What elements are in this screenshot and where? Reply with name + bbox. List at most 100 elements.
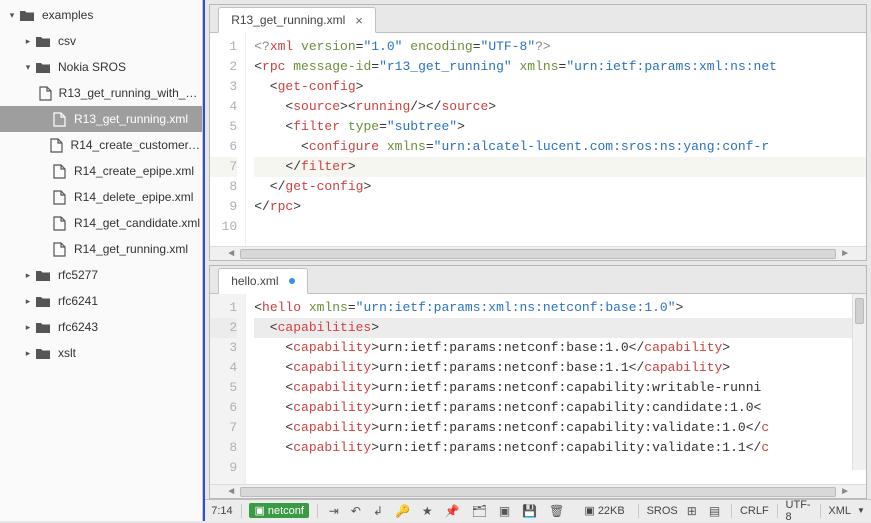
tool-delete-icon[interactable]: 🗑: [546, 504, 567, 518]
separator: [777, 504, 778, 518]
tab-top[interactable]: R13_get_running.xml ×: [218, 7, 376, 33]
separator: [731, 504, 732, 518]
chevron-right-icon[interactable]: ▸: [22, 348, 34, 359]
separator: [241, 504, 242, 518]
statusbar: 7:14 ▣ netconf ⇥ ↶ ↲ 🔑 ★ 📌 🗂 ▣ 💾 🗑 ▣ 22K…: [205, 499, 871, 521]
scroll-left-icon[interactable]: ◄: [222, 248, 240, 259]
tab-title: hello.xml: [231, 274, 278, 288]
editor-area: R13_get_running.xml × 12345678910 <?xml …: [203, 0, 871, 521]
gutter: 12345678910: [210, 33, 246, 246]
modified-icon: [289, 278, 295, 284]
tool-undo-icon[interactable]: ↶: [348, 504, 364, 518]
tree-item[interactable]: R13_get_running_with_defaults.xml: [0, 80, 202, 106]
editor-pane-top: R13_get_running.xml × 12345678910 <?xml …: [209, 4, 867, 261]
tree-label: examples: [42, 8, 93, 22]
tree-item[interactable]: R14_create_customer.xml: [0, 132, 202, 158]
tree-item[interactable]: R14_get_candidate.xml: [0, 210, 202, 236]
status-host[interactable]: SROS: [647, 505, 678, 517]
file-icon: [50, 190, 68, 204]
tree-item[interactable]: ▸ rfc6243: [0, 314, 202, 340]
tool-pin-icon[interactable]: 📌: [442, 504, 463, 518]
chevron-right-icon[interactable]: ▸: [22, 270, 34, 281]
cursor-position[interactable]: 7:14: [211, 505, 232, 517]
tree-label: R14_create_epipe.xml: [74, 164, 194, 178]
columns-icon[interactable]: ⊞: [684, 504, 700, 518]
folder-icon: [34, 268, 52, 282]
terminal-icon: ▣: [584, 504, 594, 517]
chevron-right-icon[interactable]: ▸: [22, 296, 34, 307]
folder-icon: [34, 34, 52, 48]
tree-label: xslt: [58, 346, 76, 360]
status-size[interactable]: ▣ 22KB: [579, 503, 629, 518]
tree-item[interactable]: ▸ csv: [0, 28, 202, 54]
editor-top[interactable]: 12345678910 <?xml version="1.0" encoding…: [210, 33, 866, 246]
tool-filetree-icon[interactable]: 🗂: [469, 504, 490, 518]
file-icon: [50, 164, 68, 178]
hscrollbar[interactable]: ◄ ►: [210, 484, 866, 498]
scroll-thumb[interactable]: [855, 298, 864, 324]
code[interactable]: <?xml version="1.0" encoding="UTF-8"?><r…: [246, 33, 866, 246]
file-icon: [50, 242, 68, 256]
tool-key-icon[interactable]: 🔑: [392, 504, 413, 518]
tree-item[interactable]: R14_create_epipe.xml: [0, 158, 202, 184]
tree-item[interactable]: ▾ Nokia SROS: [0, 54, 202, 80]
tab-title: R13_get_running.xml: [231, 13, 345, 27]
folder-icon: [18, 8, 36, 22]
folder-icon: [34, 346, 52, 360]
tabbar-bottom: hello.xml: [210, 266, 866, 294]
tabbar-top: R13_get_running.xml ×: [210, 5, 866, 33]
tree-label: rfc5277: [58, 268, 98, 282]
file-icon: [48, 138, 65, 152]
tree-label: R14_delete_epipe.xml: [74, 190, 193, 204]
scroll-thumb[interactable]: [240, 487, 836, 497]
tab-bottom[interactable]: hello.xml: [218, 268, 307, 294]
layout-icon[interactable]: ▤: [706, 504, 723, 518]
file-tree[interactable]: ▾ examples ▸ csv ▾ Nokia SROS R13_get_ru…: [0, 0, 203, 521]
status-eol[interactable]: CRLF: [740, 505, 769, 517]
tree-label: Nokia SROS: [58, 60, 126, 74]
folder-icon: [34, 294, 52, 308]
editor-pane-bottom: hello.xml 123456789 <hello xmlns="urn:ie…: [209, 265, 867, 499]
connection-chip[interactable]: ▣ netconf: [249, 503, 309, 518]
code[interactable]: <hello xmlns="urn:ietf:params:xml:ns:net…: [246, 294, 866, 484]
tool-wrap-icon[interactable]: ↲: [370, 504, 386, 518]
connection-label: netconf: [268, 505, 304, 517]
scroll-right-icon[interactable]: ►: [836, 248, 854, 259]
tree-item[interactable]: ▸ rfc5277: [0, 262, 202, 288]
tree-item[interactable]: R14_delete_epipe.xml: [0, 184, 202, 210]
file-icon: [39, 86, 53, 100]
editor-bottom[interactable]: 123456789 <hello xmlns="urn:ietf:params:…: [210, 294, 866, 484]
tree-item[interactable]: R13_get_running.xml: [0, 106, 202, 132]
tool-terminal-icon[interactable]: ▣: [496, 504, 513, 518]
folder-icon: [34, 60, 52, 74]
chevron-down-icon[interactable]: ▾: [6, 10, 18, 21]
scroll-left-icon[interactable]: ◄: [222, 486, 240, 497]
tool-format-icon[interactable]: ⇥: [326, 504, 342, 518]
dropdown-icon[interactable]: ▼: [857, 506, 865, 515]
tool-star-icon[interactable]: ★: [419, 504, 436, 518]
tree-label: R14_create_customer.xml: [71, 138, 203, 152]
tool-save-icon[interactable]: 💾: [519, 504, 540, 518]
tree-item[interactable]: ▾ examples: [0, 2, 202, 28]
scroll-right-icon[interactable]: ►: [836, 486, 854, 497]
tree-label: R13_get_running_with_defaults.xml: [59, 86, 203, 100]
status-lang[interactable]: XML: [828, 505, 851, 517]
chevron-down-icon[interactable]: ▾: [22, 62, 34, 73]
close-icon[interactable]: ×: [355, 13, 363, 28]
tree-label: rfc6243: [58, 320, 98, 334]
scroll-thumb[interactable]: [240, 249, 836, 259]
separator: [820, 504, 821, 518]
file-icon: [50, 112, 68, 126]
chevron-right-icon[interactable]: ▸: [22, 322, 34, 333]
terminal-icon: ▣: [254, 504, 264, 517]
tree-item[interactable]: R14_get_running.xml: [0, 236, 202, 262]
file-icon: [50, 216, 68, 230]
tree-item[interactable]: ▸ xslt: [0, 340, 202, 366]
status-encoding[interactable]: UTF-8: [786, 499, 812, 523]
folder-icon: [34, 320, 52, 334]
vscrollbar[interactable]: [852, 294, 866, 470]
tree-item[interactable]: ▸ rfc6241: [0, 288, 202, 314]
hscrollbar[interactable]: ◄ ►: [210, 246, 866, 260]
chevron-right-icon[interactable]: ▸: [22, 36, 34, 47]
gutter: 123456789: [210, 294, 246, 484]
